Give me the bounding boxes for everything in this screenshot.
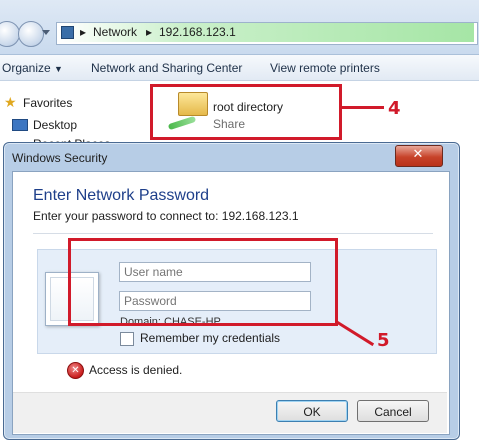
network-sharing-center-button[interactable]: Network and Sharing Center <box>91 61 242 75</box>
nav-favorites[interactable]: Favorites <box>23 96 72 110</box>
dialog-subtext: Enter your password to connect to: 192.1… <box>33 209 299 223</box>
dialog-heading: Enter Network Password <box>33 187 210 204</box>
callout-box-5 <box>68 238 338 326</box>
organize-menu[interactable]: Organize ▼ <box>2 61 63 75</box>
view-remote-printers-button[interactable]: View remote printers <box>270 61 380 75</box>
callout-number-5: 5 <box>377 330 390 351</box>
breadcrumb-network[interactable]: Network <box>93 25 137 39</box>
remember-credentials-label[interactable]: Remember my credentials <box>140 331 280 345</box>
error-message: Access is denied. <box>89 363 183 377</box>
ok-button[interactable]: OK <box>276 400 348 422</box>
callout-line-4 <box>342 106 384 109</box>
star-icon: ★ <box>4 95 17 111</box>
cancel-button[interactable]: Cancel <box>357 400 429 422</box>
close-icon[interactable]: ✕ <box>395 145 441 165</box>
forward-arrow-icon[interactable] <box>18 21 44 47</box>
chevron-down-icon: ▼ <box>54 64 63 74</box>
divider <box>33 233 433 234</box>
network-icon <box>61 26 74 39</box>
dialog-title: Windows Security <box>12 151 108 165</box>
history-dropdown-icon[interactable] <box>42 30 50 35</box>
desktop-icon <box>12 119 28 131</box>
remember-credentials-checkbox[interactable] <box>120 332 134 346</box>
callout-box-4 <box>150 84 342 140</box>
callout-number-4: 4 <box>388 98 401 119</box>
breadcrumb-separator-icon[interactable]: ▸ <box>146 25 152 39</box>
nav-desktop[interactable]: Desktop <box>33 118 77 132</box>
breadcrumb-host[interactable]: 192.168.123.1 <box>159 25 236 39</box>
breadcrumb-separator-icon[interactable]: ▸ <box>80 25 86 39</box>
error-icon: ✕ <box>67 362 84 379</box>
organize-label: Organize <box>2 61 51 75</box>
